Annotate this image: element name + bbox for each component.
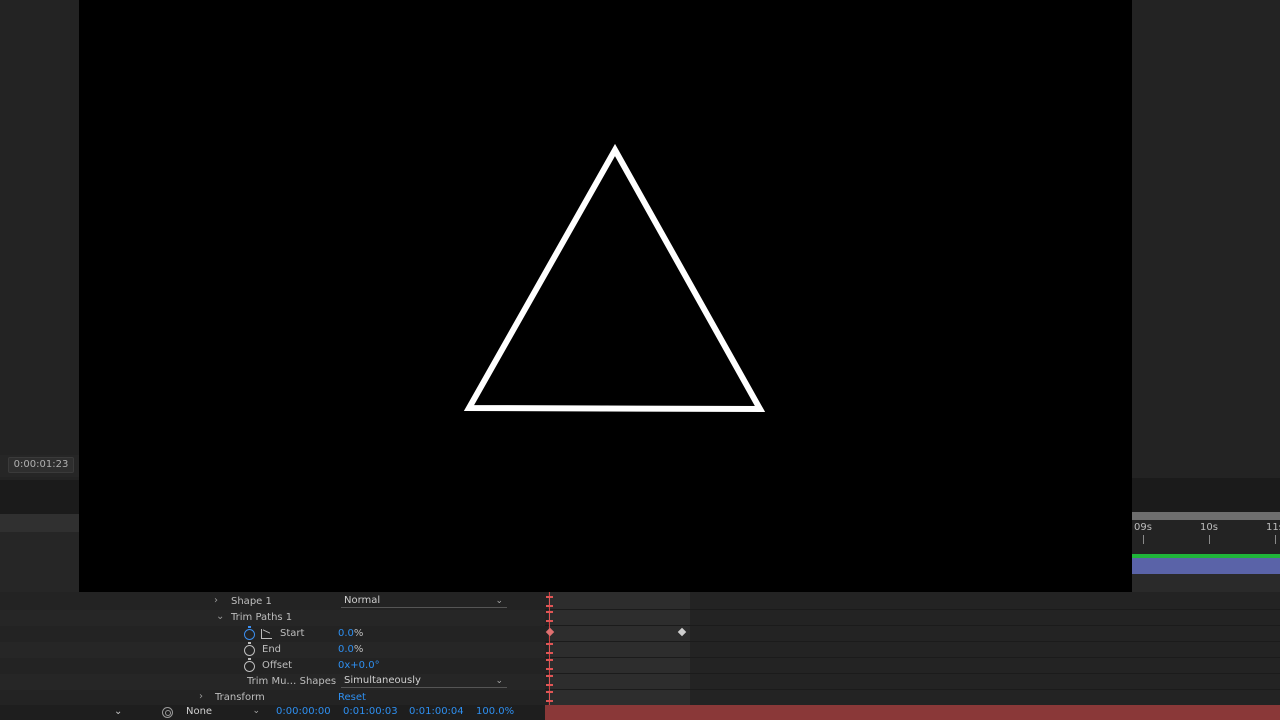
blend-mode-value: Normal (344, 595, 381, 606)
composition-viewer[interactable] (79, 0, 1132, 592)
timeline-empty-row (1132, 574, 1280, 592)
chevron-down-icon: ⌄ (495, 596, 503, 606)
in-point-time[interactable]: 0:00:00:00 (276, 706, 331, 717)
track-divider (545, 625, 1280, 626)
left-layer-column (0, 532, 79, 592)
right-panel (1132, 0, 1280, 478)
timeline-footer: ⌄ None ⌄ 0:00:00:00 0:01:00:03 0:01:00:0… (0, 705, 545, 720)
duration-time[interactable]: 0:01:00:04 (409, 706, 464, 717)
end-value[interactable]: 0.0% (338, 644, 363, 655)
left-divider (0, 480, 79, 514)
track-divider (545, 641, 1280, 642)
layer-duration-bar[interactable] (1132, 558, 1280, 574)
tick-mark (1143, 535, 1144, 544)
tick-label: 09s (1134, 522, 1152, 533)
end-label: End (262, 644, 282, 655)
chevron-down-icon: ⌄ (252, 706, 260, 716)
cti-marker (546, 643, 553, 654)
cti-marker (546, 611, 553, 622)
cti-marker (546, 691, 553, 702)
transform-reset-link[interactable]: Reset (338, 692, 366, 703)
chevron-down-icon: ⌄ (495, 676, 503, 686)
shape1-label: Shape 1 (231, 596, 272, 607)
trim-paths-label: Trim Paths 1 (231, 612, 293, 623)
tick-label: 11s (1266, 522, 1280, 533)
track-divider (545, 657, 1280, 658)
timeline-navigator[interactable] (1132, 512, 1280, 520)
chevron-down-icon[interactable]: ⌄ (114, 706, 122, 717)
trim-paths-row[interactable]: ⌄ Trim Paths 1 (0, 610, 545, 626)
parent-value: None (186, 706, 213, 717)
current-timecode[interactable]: 0:00:01:23 (8, 457, 74, 473)
start-row[interactable]: Start 0.0% (0, 626, 545, 642)
trim-multiple-value: Simultaneously (344, 675, 421, 686)
parent-pickwhip-icon[interactable] (162, 707, 173, 718)
triangle-shape-canvas (463, 143, 766, 413)
offset-value[interactable]: 0x+0.0° (338, 660, 380, 671)
tick-label: 10s (1200, 522, 1218, 533)
track-divider (545, 609, 1280, 610)
tick-mark (1209, 535, 1210, 544)
track-divider (545, 689, 1280, 690)
cti-marker (546, 675, 553, 686)
tick-mark (1275, 535, 1276, 544)
stopwatch-icon[interactable] (244, 626, 255, 640)
layer-bar-footer[interactable] (545, 705, 1280, 720)
shape1-row[interactable]: › Shape 1 Normal ⌄ (0, 594, 545, 610)
graph-editor-icon[interactable] (261, 629, 272, 639)
start-label: Start (280, 628, 305, 639)
start-value[interactable]: 0.0% (338, 628, 363, 639)
blend-mode-select[interactable]: Normal ⌄ (341, 595, 507, 608)
right-divider (1132, 478, 1280, 512)
stretch-percent[interactable]: 100.0% (476, 706, 514, 717)
trim-multiple-row[interactable]: Trim Mu… Shapes Simultaneously ⌄ (0, 674, 545, 690)
cti-marker (546, 659, 553, 670)
offset-row[interactable]: Offset 0x+0.0° (0, 658, 545, 674)
stopwatch-icon[interactable] (244, 658, 255, 672)
triangle-shape[interactable] (463, 143, 766, 413)
parent-select[interactable]: None ⌄ (182, 706, 262, 719)
out-point-time[interactable]: 0:01:00:03 (343, 706, 398, 717)
stopwatch-icon[interactable] (244, 642, 255, 656)
track-divider (545, 673, 1280, 674)
trim-multiple-select[interactable]: Simultaneously ⌄ (341, 675, 507, 688)
chevron-down-icon[interactable]: ⌄ (216, 611, 224, 622)
transform-label: Transform (215, 692, 265, 703)
trim-multiple-label: Trim Mu… Shapes (247, 676, 337, 687)
end-row[interactable]: End 0.0% (0, 642, 545, 658)
cti-marker (546, 596, 553, 607)
offset-label: Offset (262, 660, 293, 671)
left-header-strip (0, 514, 79, 532)
layer-properties-panel: › Shape 1 Normal ⌄ ⌄ Trim Paths 1 Start … (0, 592, 545, 705)
transform-row[interactable]: › Transform Reset (0, 690, 545, 706)
chevron-right-icon[interactable]: › (214, 595, 218, 606)
chevron-right-icon[interactable]: › (199, 691, 203, 702)
